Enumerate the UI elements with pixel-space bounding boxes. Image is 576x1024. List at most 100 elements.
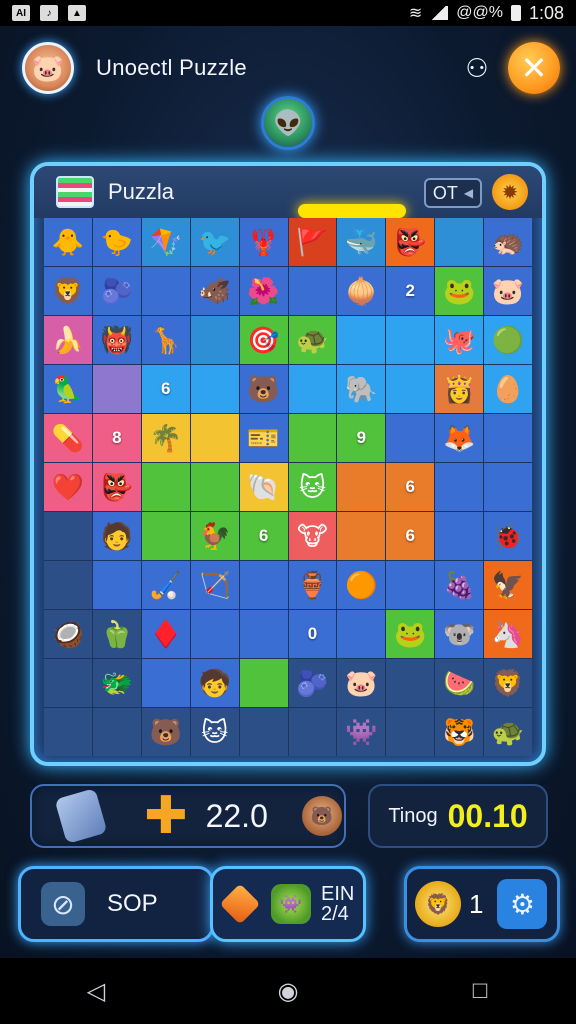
puzzle-tile[interactable]: 🫑 (92, 610, 141, 658)
puzzle-tile[interactable] (386, 708, 435, 756)
puzzle-tile[interactable]: 🐯 (435, 708, 484, 756)
puzzle-tile[interactable]: 🐤 (92, 218, 141, 266)
puzzle-tile[interactable]: 🫐 (92, 267, 141, 315)
puzzle-tile[interactable] (141, 267, 190, 315)
puzzle-tile[interactable] (386, 316, 435, 364)
puzzle-tile[interactable]: 🦁 (484, 659, 532, 707)
close-button[interactable]: ✕ (508, 42, 560, 94)
puzzle-tile[interactable] (337, 463, 386, 511)
puzzle-tile[interactable] (337, 610, 386, 658)
puzzle-tile[interactable] (239, 610, 288, 658)
puzzle-tile[interactable]: 🏹 (190, 561, 239, 609)
puzzle-tile[interactable]: 🏺 (288, 561, 337, 609)
stop-button[interactable]: ⊘ SOP (18, 866, 214, 942)
puzzle-tile[interactable]: 🐗 (190, 267, 239, 315)
puzzle-tile[interactable]: 🪁 (141, 218, 190, 266)
puzzle-tile[interactable] (386, 414, 435, 462)
puzzle-tile[interactable]: 🐮 (288, 512, 337, 560)
puzzle-tile[interactable]: 👺 (386, 218, 435, 266)
plus-icon[interactable]: ✚ (144, 790, 188, 842)
puzzle-tile[interactable] (239, 708, 288, 756)
puzzle-tile[interactable]: 🦁 (44, 267, 92, 315)
puzzle-tile[interactable]: 🐙 (435, 316, 484, 364)
puzzle-tile[interactable]: 🐦 (190, 218, 239, 266)
puzzle-tile[interactable] (239, 561, 288, 609)
puzzle-tile[interactable] (288, 708, 337, 756)
puzzle-tile[interactable]: 🐲 (92, 659, 141, 707)
puzzle-tile[interactable]: 🐸 (386, 610, 435, 658)
puzzle-tile[interactable]: 🐷 (337, 659, 386, 707)
puzzle-tile[interactable]: 🍇 (435, 561, 484, 609)
puzzle-tile[interactable]: 🐻 (141, 708, 190, 756)
puzzle-tile[interactable]: 🐨 (435, 610, 484, 658)
puzzle-tile[interactable]: 🫐 (288, 659, 337, 707)
hint-button[interactable]: OT ◀ (424, 178, 482, 208)
puzzle-tile[interactable] (190, 463, 239, 511)
puzzle-tile[interactable] (92, 365, 141, 413)
puzzle-tile[interactable] (190, 610, 239, 658)
puzzle-tile[interactable]: 💊 (44, 414, 92, 462)
puzzle-tile[interactable] (288, 414, 337, 462)
puzzle-tile[interactable] (484, 414, 532, 462)
puzzle-tile[interactable]: 🦒 (141, 316, 190, 364)
puzzle-tile[interactable]: 2 (386, 267, 435, 315)
puzzle-tile[interactable]: 🐚 (239, 463, 288, 511)
puzzle-tile[interactable]: 8 (92, 414, 141, 462)
puzzle-tile[interactable] (190, 365, 239, 413)
share-icon[interactable]: ⚇ (462, 54, 492, 82)
puzzle-tile[interactable] (190, 316, 239, 364)
puzzle-tile[interactable]: 🦄 (484, 610, 532, 658)
puzzle-tile[interactable]: 🐓 (190, 512, 239, 560)
puzzle-tile[interactable]: 🐘 (337, 365, 386, 413)
puzzle-tile[interactable]: 🦞 (239, 218, 288, 266)
puzzle-tile[interactable]: 🐸 (435, 267, 484, 315)
puzzle-tile[interactable] (288, 267, 337, 315)
puzzle-tile[interactable]: 🧒 (190, 659, 239, 707)
puzzle-tile[interactable] (141, 463, 190, 511)
puzzle-tile[interactable]: 👹 (92, 316, 141, 364)
puzzle-tile[interactable]: 🥚 (484, 365, 532, 413)
puzzle-tile[interactable] (337, 316, 386, 364)
puzzle-tile[interactable]: 🐥 (44, 218, 92, 266)
puzzle-tile[interactable] (92, 708, 141, 756)
puzzle-tile[interactable]: 🟠 (337, 561, 386, 609)
puzzle-tile[interactable]: 🧅 (337, 267, 386, 315)
puzzle-tile[interactable] (386, 365, 435, 413)
puzzle-tile[interactable]: 👾 (337, 708, 386, 756)
puzzle-tile[interactable]: 🌴 (141, 414, 190, 462)
puzzle-tile[interactable]: 🍌 (44, 316, 92, 364)
puzzle-tile[interactable] (435, 218, 484, 266)
player-avatar[interactable]: 🐷 (22, 42, 74, 94)
puzzle-tile[interactable]: 🐳 (337, 218, 386, 266)
back-icon[interactable]: ◁ (76, 971, 116, 1011)
puzzle-tile[interactable]: 🦊 (435, 414, 484, 462)
puzzle-tile[interactable] (44, 659, 92, 707)
puzzle-tile[interactable]: 🧑 (92, 512, 141, 560)
recents-icon[interactable]: □ (460, 971, 500, 1011)
powerup-button[interactable]: 👾 EIN 2/4 (210, 866, 366, 942)
puzzle-tile[interactable]: 🏑 (141, 561, 190, 609)
puzzle-tile[interactable] (386, 659, 435, 707)
settings-gear-icon[interactable]: ⚙ (497, 879, 548, 929)
puzzle-tile[interactable]: 9 (337, 414, 386, 462)
puzzle-tile[interactable] (44, 708, 92, 756)
puzzle-tile[interactable] (239, 659, 288, 707)
puzzle-tile[interactable]: 6 (239, 512, 288, 560)
puzzle-tile[interactable]: 🐢 (288, 316, 337, 364)
puzzle-tile[interactable]: 🐷 (484, 267, 532, 315)
puzzle-tile[interactable] (44, 561, 92, 609)
puzzle-tile[interactable] (44, 512, 92, 560)
puzzle-tile[interactable]: 6 (386, 512, 435, 560)
puzzle-tile[interactable] (386, 561, 435, 609)
puzzle-tile[interactable]: 🐱 (190, 708, 239, 756)
sun-icon[interactable]: ✹ (492, 174, 528, 210)
puzzle-tile[interactable]: 🐱 (288, 463, 337, 511)
puzzle-tile[interactable]: 👸 (435, 365, 484, 413)
puzzle-tile[interactable]: 🟢 (484, 316, 532, 364)
puzzle-tile[interactable] (484, 463, 532, 511)
puzzle-tile[interactable]: 🌺 (239, 267, 288, 315)
puzzle-tile[interactable]: 🦅 (484, 561, 532, 609)
puzzle-tile[interactable]: 🎯 (239, 316, 288, 364)
puzzle-tile[interactable]: 🎫 (239, 414, 288, 462)
puzzle-tile[interactable]: ♦️ (141, 610, 190, 658)
